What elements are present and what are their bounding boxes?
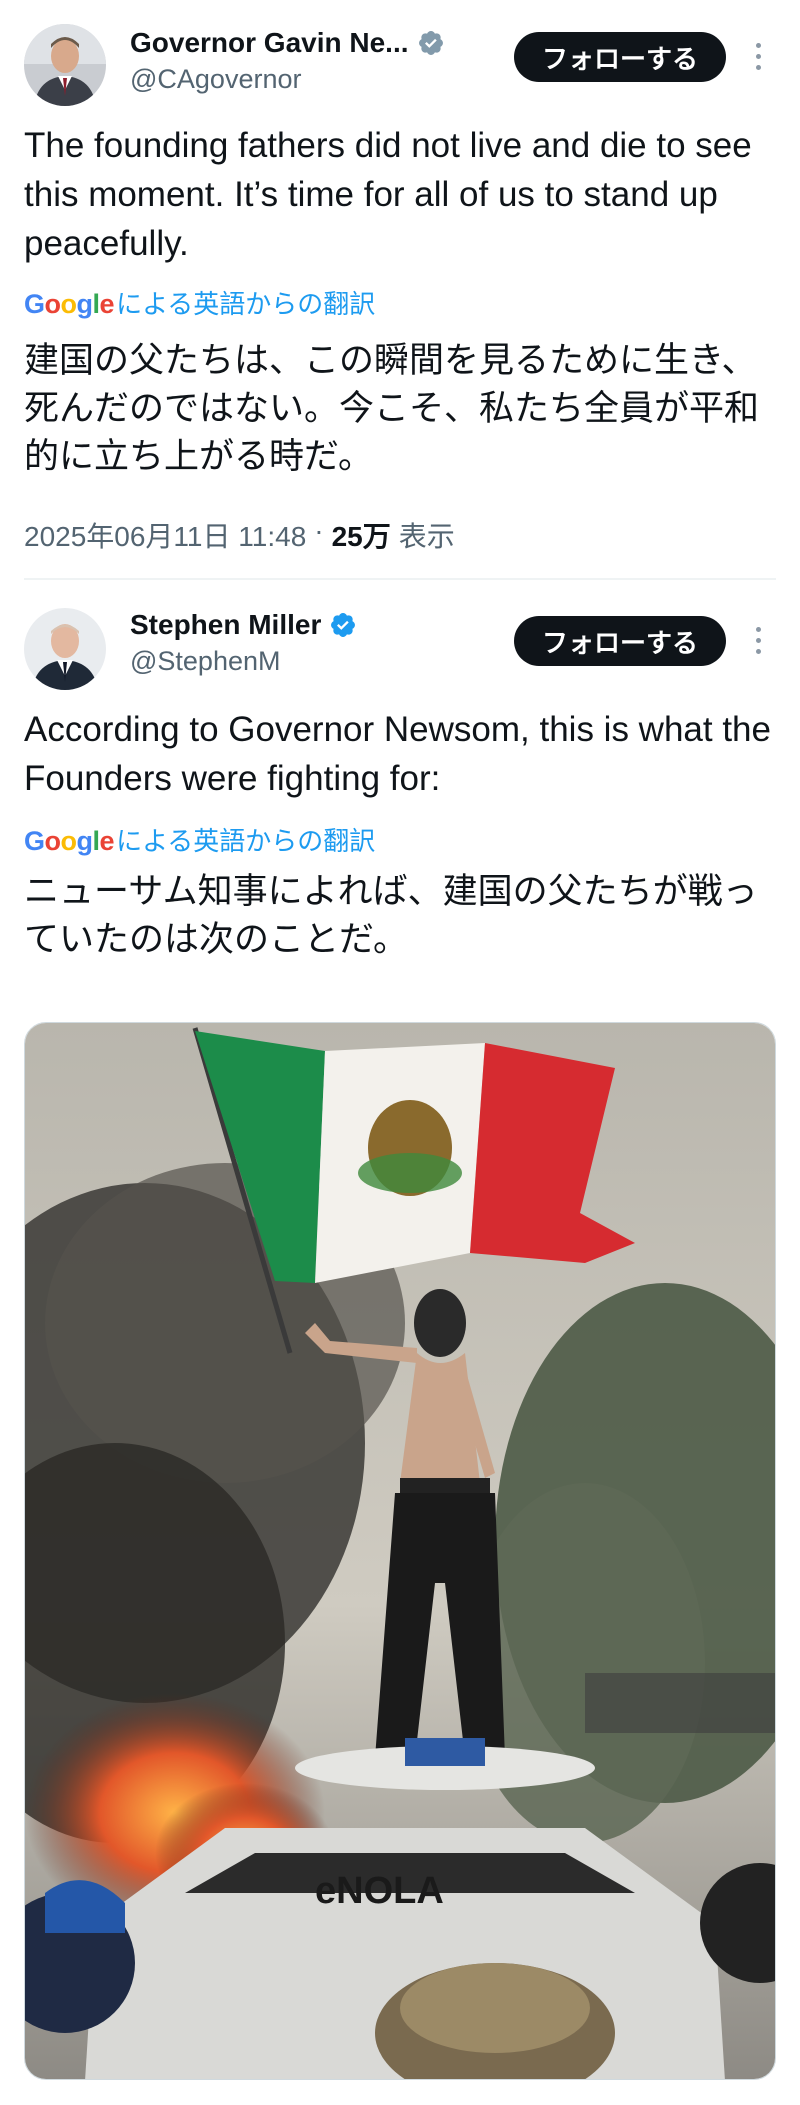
timestamp[interactable]: 2025年06月11日 11:48: [24, 515, 306, 555]
author-name-row: Governor Gavin Ne...: [130, 24, 445, 62]
translation-link[interactable]: による英語からの翻訳: [116, 821, 375, 858]
meta-separator: ·: [314, 515, 324, 546]
tweet-meta: 2025年06月11日 11:48 · 25万 表示: [24, 515, 455, 555]
more-options-icon[interactable]: [748, 620, 768, 660]
translation-attribution[interactable]: Google による英語からの翻訳: [24, 821, 375, 858]
handle[interactable]: @CAgovernor: [130, 64, 301, 95]
handle[interactable]: @StephenM: [130, 646, 281, 677]
translation-link[interactable]: による英語からの翻訳: [116, 284, 375, 321]
tweet-photo[interactable]: eNOLA: [24, 1022, 776, 2080]
display-name[interactable]: Stephen Miller: [130, 609, 321, 641]
translated-text: ニューサム知事によれば、建国の父たちが戦っていたのは次のことだ。: [24, 872, 758, 959]
follow-button[interactable]: フォローする: [514, 616, 726, 666]
google-logo: Google: [24, 289, 115, 319]
verified-badge-blue-icon: [331, 613, 356, 637]
google-logo: Google: [24, 826, 115, 856]
tweet-miller: Stephen Miller @StephenM フォローする Accordin…: [0, 580, 800, 2105]
more-options-icon[interactable]: [748, 36, 768, 76]
tweet-newsom: Governor Gavin Ne... @CAgovernor フォローする …: [0, 0, 800, 578]
translated-text: 建国の父たちは、この瞬間を見るために生き、死んだのではない。今こそ、私たち全員が…: [24, 341, 760, 476]
svg-text:eNOLA: eNOLA: [315, 1870, 444, 1912]
view-count: 25万: [331, 521, 391, 552]
tweet-text: According to Governor Newsom, this is wh…: [24, 710, 771, 798]
avatar-newsom[interactable]: [24, 24, 106, 106]
display-name[interactable]: Governor Gavin Ne...: [130, 27, 409, 59]
author-name-row: Stephen Miller: [130, 606, 357, 644]
translation-attribution[interactable]: Google による英語からの翻訳: [24, 284, 375, 321]
follow-button[interactable]: フォローする: [514, 32, 726, 82]
views-label: 表示: [398, 521, 455, 552]
avatar-miller[interactable]: [24, 608, 106, 690]
tweet-text: The founding fathers did not live and di…: [24, 126, 752, 263]
verified-badge-gray-icon: [418, 31, 443, 55]
